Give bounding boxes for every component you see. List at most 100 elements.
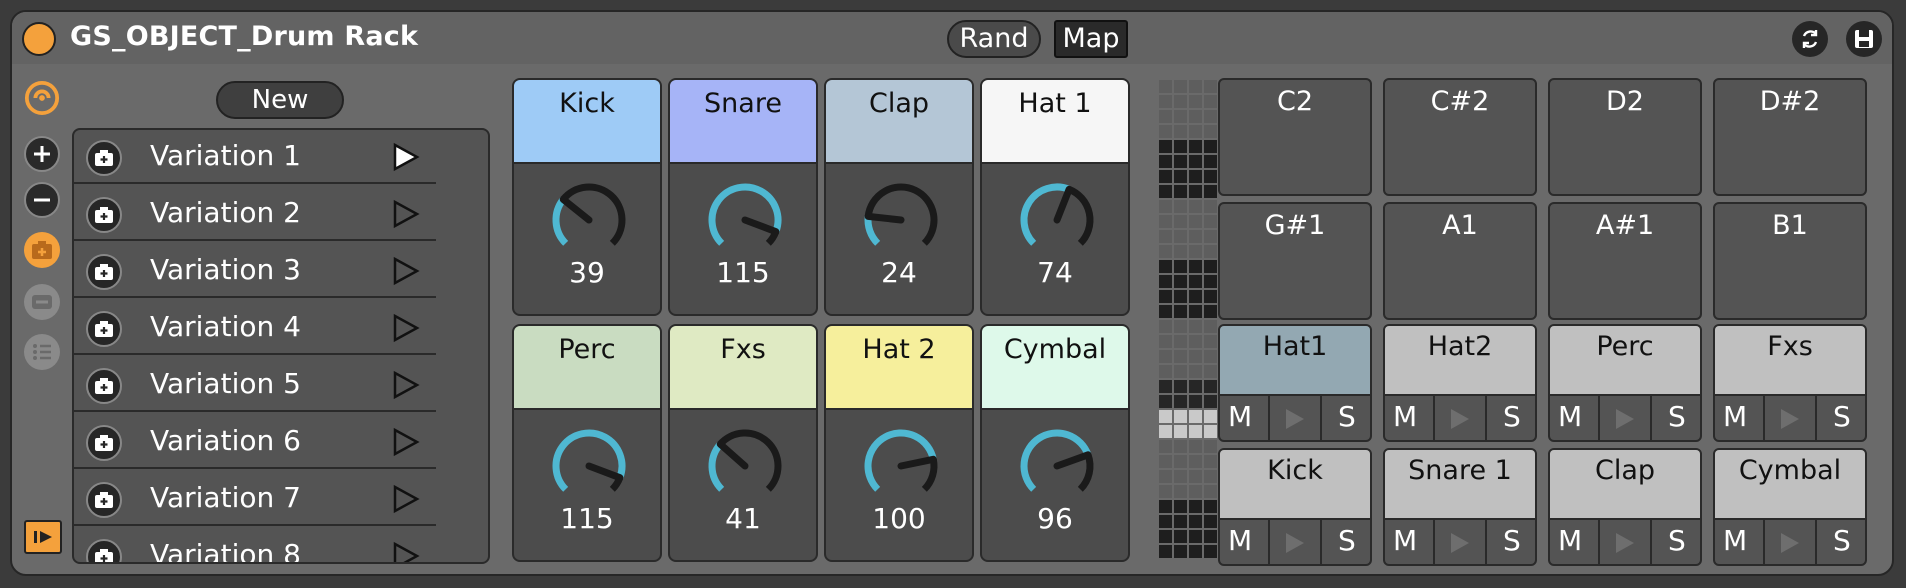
pad-grid-cell[interactable] bbox=[1189, 365, 1202, 378]
pad-grid-cell[interactable] bbox=[1189, 125, 1202, 138]
pad-grid-cell[interactable] bbox=[1159, 365, 1172, 378]
macro-knob[interactable] bbox=[546, 180, 632, 266]
pad-grid-cell[interactable] bbox=[1174, 440, 1187, 453]
list-icon[interactable] bbox=[24, 334, 60, 370]
pad-grid-cell[interactable] bbox=[1189, 410, 1202, 423]
pad-grid-cell[interactable] bbox=[1159, 530, 1172, 543]
pad-grid-cell[interactable] bbox=[1174, 215, 1187, 228]
mute-button[interactable]: M bbox=[1723, 400, 1747, 433]
pad-grid-cell[interactable] bbox=[1204, 515, 1217, 528]
chain-strip[interactable]: Hat1 M S bbox=[1218, 324, 1372, 442]
pad-grid-cell[interactable] bbox=[1204, 275, 1217, 288]
pad-grid-cell[interactable] bbox=[1159, 290, 1172, 303]
chain-play-icon[interactable] bbox=[1763, 520, 1817, 564]
pad-grid-cell[interactable] bbox=[1204, 380, 1217, 393]
pad-grid-cell[interactable] bbox=[1159, 260, 1172, 273]
pad-grid-cell[interactable] bbox=[1159, 215, 1172, 228]
chain-header[interactable]: Hat2 bbox=[1385, 326, 1535, 396]
note-pad[interactable]: A#1 bbox=[1548, 202, 1702, 320]
chain-header[interactable]: Hat1 bbox=[1220, 326, 1370, 396]
pad-grid-cell[interactable] bbox=[1159, 470, 1172, 483]
chain-strip[interactable]: Perc M S bbox=[1548, 324, 1702, 442]
pad-grid-cell[interactable] bbox=[1189, 470, 1202, 483]
variation-snapshot-icon[interactable] bbox=[86, 197, 122, 233]
chain-play-icon[interactable] bbox=[1268, 520, 1322, 564]
pad-grid-cell[interactable] bbox=[1174, 140, 1187, 153]
variation-snapshot-icon[interactable] bbox=[86, 311, 122, 347]
solo-button[interactable]: S bbox=[1668, 524, 1686, 557]
mute-button[interactable]: M bbox=[1393, 524, 1417, 557]
macro-knob[interactable] bbox=[546, 426, 632, 512]
plus-icon[interactable] bbox=[24, 136, 60, 172]
pad-grid-cell[interactable] bbox=[1189, 305, 1202, 318]
pad-grid-cell[interactable] bbox=[1174, 320, 1187, 333]
pad-grid-cell[interactable] bbox=[1204, 530, 1217, 543]
pad-grid-cell[interactable] bbox=[1189, 260, 1202, 273]
pad-grid-cell[interactable] bbox=[1189, 500, 1202, 513]
pad-grid-cell[interactable] bbox=[1189, 335, 1202, 348]
chain-play-icon[interactable] bbox=[1763, 396, 1817, 440]
pad-grid-cell[interactable] bbox=[1189, 110, 1202, 123]
pad-grid-cell[interactable] bbox=[1159, 410, 1172, 423]
chain-play-icon[interactable] bbox=[1268, 396, 1322, 440]
variation-row[interactable]: Variation 5 bbox=[74, 358, 436, 412]
save-icon[interactable] bbox=[1846, 21, 1882, 57]
chain-header[interactable]: Snare 1 bbox=[1385, 450, 1535, 520]
pad-grid-cell[interactable] bbox=[1204, 545, 1217, 558]
macro-knob[interactable] bbox=[1014, 180, 1100, 266]
pad-grid-cell[interactable] bbox=[1204, 215, 1217, 228]
pad-grid-cell[interactable] bbox=[1204, 335, 1217, 348]
variation-row[interactable]: Variation 7 bbox=[74, 472, 436, 526]
variation-snapshot-icon[interactable] bbox=[86, 254, 122, 290]
chain-header[interactable]: Kick bbox=[1220, 450, 1370, 520]
note-pad[interactable]: C#2 bbox=[1383, 78, 1537, 196]
pad-grid-cell[interactable] bbox=[1159, 95, 1172, 108]
pad-grid-cell[interactable] bbox=[1204, 320, 1217, 333]
pad-grid-cell[interactable] bbox=[1174, 80, 1187, 93]
variation-play-icon[interactable] bbox=[392, 142, 420, 176]
macro-knob[interactable] bbox=[702, 180, 788, 266]
pad-grid-cell[interactable] bbox=[1159, 245, 1172, 258]
pad-grid-cell[interactable] bbox=[1204, 260, 1217, 273]
pad-grid-cell[interactable] bbox=[1204, 200, 1217, 213]
pad-grid-cell[interactable] bbox=[1204, 125, 1217, 138]
variation-row[interactable]: Variation 1 bbox=[74, 130, 436, 184]
pad-grid-cell[interactable] bbox=[1189, 80, 1202, 93]
macro-knob[interactable] bbox=[858, 426, 944, 512]
pad-grid-cell[interactable] bbox=[1204, 95, 1217, 108]
pad-grid-cell[interactable] bbox=[1174, 530, 1187, 543]
pad-grid-cell[interactable] bbox=[1174, 260, 1187, 273]
pad-grid-cell[interactable] bbox=[1189, 320, 1202, 333]
pad-grid-cell[interactable] bbox=[1204, 155, 1217, 168]
pad-grid-cell[interactable] bbox=[1204, 365, 1217, 378]
note-pad[interactable]: G#1 bbox=[1218, 202, 1372, 320]
solo-button[interactable]: S bbox=[1833, 524, 1851, 557]
minus-icon[interactable] bbox=[24, 182, 60, 218]
pad-grid-cell[interactable] bbox=[1204, 140, 1217, 153]
pad-grid-cell[interactable] bbox=[1159, 230, 1172, 243]
mute-button[interactable]: M bbox=[1228, 524, 1252, 557]
pad-grid-cell[interactable] bbox=[1189, 530, 1202, 543]
pad-grid-cell[interactable] bbox=[1204, 305, 1217, 318]
pad-grid-cell[interactable] bbox=[1174, 170, 1187, 183]
pad-grid-cell[interactable] bbox=[1159, 275, 1172, 288]
pad-grid-cell[interactable] bbox=[1189, 455, 1202, 468]
variation-play-icon[interactable] bbox=[392, 541, 420, 562]
refresh-icon[interactable] bbox=[1792, 21, 1828, 57]
macro-knob[interactable] bbox=[858, 180, 944, 266]
pad-grid-cell[interactable] bbox=[1189, 155, 1202, 168]
pad-grid-cell[interactable] bbox=[1189, 350, 1202, 363]
play-record-icon[interactable] bbox=[24, 520, 62, 554]
pad-grid-cell[interactable] bbox=[1174, 125, 1187, 138]
variation-row[interactable]: Variation 2 bbox=[74, 187, 436, 241]
pad-grid-cell[interactable] bbox=[1204, 440, 1217, 453]
pad-grid-cell[interactable] bbox=[1174, 350, 1187, 363]
variation-row[interactable]: Variation 8 bbox=[74, 529, 436, 562]
pad-grid-cell[interactable] bbox=[1159, 380, 1172, 393]
pad-grid-cell[interactable] bbox=[1189, 515, 1202, 528]
pad-grid-cell[interactable] bbox=[1174, 545, 1187, 558]
variation-row[interactable]: Variation 3 bbox=[74, 244, 436, 298]
pad-grid-cell[interactable] bbox=[1159, 320, 1172, 333]
pad-grid-cell[interactable] bbox=[1189, 230, 1202, 243]
pad-grid-cell[interactable] bbox=[1189, 215, 1202, 228]
